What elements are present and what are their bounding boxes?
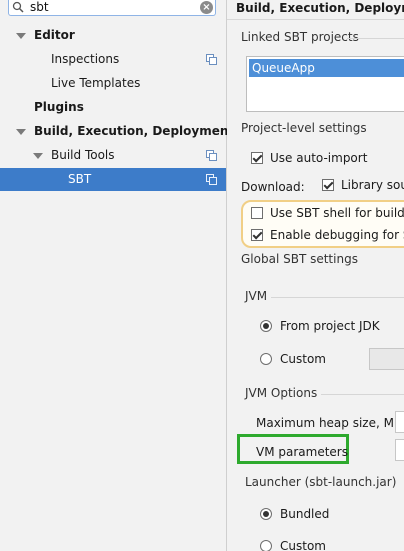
search-input[interactable]: sbt bbox=[30, 0, 49, 15]
custom-jvm-radio[interactable] bbox=[260, 353, 272, 365]
tree-item-label: Build, Execution, Deployment bbox=[34, 124, 235, 138]
section-label-linked-projects: Linked SBT projects bbox=[241, 30, 359, 44]
custom-launcher-label: Custom bbox=[280, 539, 326, 551]
tree-item-label: Plugins bbox=[34, 100, 84, 114]
search-field[interactable]: sbt × bbox=[8, 0, 216, 16]
vm-parameters-field[interactable] bbox=[395, 439, 404, 461]
sbt-shell-checkbox[interactable] bbox=[251, 207, 263, 219]
library-sources-label: Library sour bbox=[341, 178, 404, 192]
breadcrumb: Build, Execution, Deployment bbox=[227, 0, 404, 20]
section-label-jvm: JVM bbox=[245, 289, 268, 303]
divider bbox=[347, 38, 404, 39]
tree-item-label: Inspections bbox=[51, 52, 120, 66]
linked-projects-list[interactable]: QueueApp bbox=[246, 56, 404, 112]
auto-import-checkbox[interactable] bbox=[251, 152, 263, 164]
section-label-launcher: Launcher (sbt-launch.jar) bbox=[245, 475, 397, 489]
tree-item-label: SBT bbox=[68, 172, 92, 186]
tree-item-label: Build Tools bbox=[51, 148, 115, 162]
tree-item-build-execution-deployment[interactable]: Build, Execution, Deployment bbox=[0, 120, 234, 143]
library-sources-checkbox[interactable] bbox=[322, 179, 334, 191]
clear-search-icon[interactable]: × bbox=[200, 1, 213, 14]
tree-item-build-tools[interactable]: Build Tools bbox=[0, 144, 226, 167]
from-project-jdk-label: From project JDK bbox=[280, 319, 380, 333]
divider bbox=[321, 394, 404, 395]
enable-debugging-label: Enable debugging for SBT bbox=[270, 228, 404, 242]
max-heap-label: Maximum heap size, MB bbox=[256, 416, 403, 430]
tree-item-plugins[interactable]: Plugins bbox=[0, 96, 226, 119]
from-project-jdk-radio[interactable] bbox=[260, 320, 272, 332]
download-label: Download: bbox=[241, 180, 305, 194]
section-label-global: Global SBT settings bbox=[241, 252, 358, 266]
sbt-shell-label: Use SBT shell for build and bbox=[270, 206, 404, 220]
settings-tree-panel: sbt × Editor Inspections Live Templates … bbox=[0, 0, 234, 551]
tree-item-label: Editor bbox=[34, 28, 75, 42]
search-icon bbox=[12, 1, 24, 13]
auto-import-label: Use auto-import bbox=[270, 151, 368, 165]
tree-item-live-templates[interactable]: Live Templates bbox=[0, 72, 226, 95]
section-label-project-level: Project-level settings bbox=[241, 121, 367, 135]
sbt-settings-panel: Build, Execution, Deployment Linked SBT … bbox=[227, 0, 404, 551]
tree-item-editor[interactable]: Editor bbox=[0, 24, 226, 47]
chevron-down-icon[interactable] bbox=[16, 129, 26, 135]
custom-launcher-radio[interactable] bbox=[260, 540, 272, 551]
project-scope-icon bbox=[206, 150, 217, 161]
vm-parameters-label: VM parameters bbox=[256, 445, 348, 459]
project-scope-icon bbox=[206, 54, 217, 65]
bundled-launcher-label: Bundled bbox=[280, 507, 330, 521]
tree-item-sbt[interactable]: SBT bbox=[0, 168, 226, 191]
list-item[interactable]: QueueApp bbox=[249, 59, 404, 77]
enable-debugging-checkbox[interactable] bbox=[251, 229, 263, 241]
max-heap-field[interactable] bbox=[395, 411, 404, 433]
bundled-launcher-radio[interactable] bbox=[260, 508, 272, 520]
tree-item-inspections[interactable]: Inspections bbox=[0, 48, 226, 71]
section-label-jvm-options: JVM Options bbox=[245, 386, 318, 400]
chevron-down-icon[interactable] bbox=[33, 153, 43, 159]
project-scope-icon bbox=[206, 174, 217, 185]
custom-jvm-field[interactable] bbox=[369, 348, 404, 370]
tree-item-label: Live Templates bbox=[51, 76, 141, 90]
chevron-down-icon[interactable] bbox=[16, 33, 26, 39]
divider bbox=[271, 297, 404, 298]
custom-jvm-label: Custom bbox=[280, 352, 326, 366]
